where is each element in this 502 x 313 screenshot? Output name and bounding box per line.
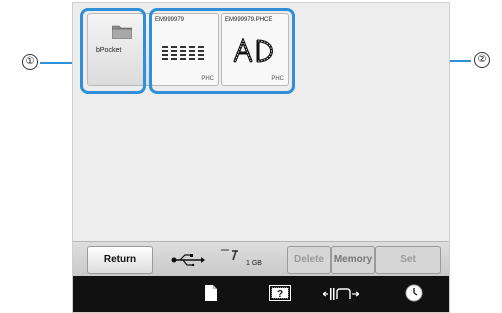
file-2-format: PHC — [271, 76, 284, 82]
file-slot-2[interactable]: EM999979.PHCE PHC — [221, 13, 289, 86]
set-button[interactable]: Set — [375, 246, 441, 274]
card-icon[interactable] — [221, 248, 243, 262]
return-button[interactable]: Return — [87, 246, 153, 274]
folder-label: bPocket — [96, 47, 122, 54]
memory-capacity: 1 GB — [246, 260, 262, 267]
svg-text:?: ? — [277, 289, 283, 300]
file-2-name: EM999979.PHCE — [225, 17, 273, 23]
machine-screen: bPocket EM999979 PHC EM999979.PHCE PHC R… — [72, 2, 450, 313]
document-icon[interactable] — [205, 285, 217, 301]
file-1-format: PHC — [201, 76, 214, 82]
file-slot-1[interactable]: EM999979 PHC — [151, 13, 219, 86]
folder-icon — [112, 25, 132, 39]
callout-2: ② — [474, 52, 490, 68]
delete-button[interactable]: Delete — [287, 246, 331, 274]
usb-icon[interactable] — [171, 254, 205, 266]
file-1-name: EM999979 — [155, 17, 185, 23]
clock-icon[interactable] — [405, 284, 423, 302]
pocket-folder-slot[interactable]: bPocket — [87, 13, 155, 86]
help-icon[interactable]: ? — [269, 285, 291, 301]
button-bar: Return 1 GB Delete Memory Set — [73, 241, 449, 276]
width-icon[interactable] — [323, 286, 359, 300]
pattern-thumbnail-2 — [233, 38, 273, 63]
status-bar: ? — [73, 276, 449, 312]
pattern-thumbnail-1 — [162, 46, 204, 60]
memory-button[interactable]: Memory — [331, 246, 375, 274]
callout-1: ① — [22, 54, 38, 70]
